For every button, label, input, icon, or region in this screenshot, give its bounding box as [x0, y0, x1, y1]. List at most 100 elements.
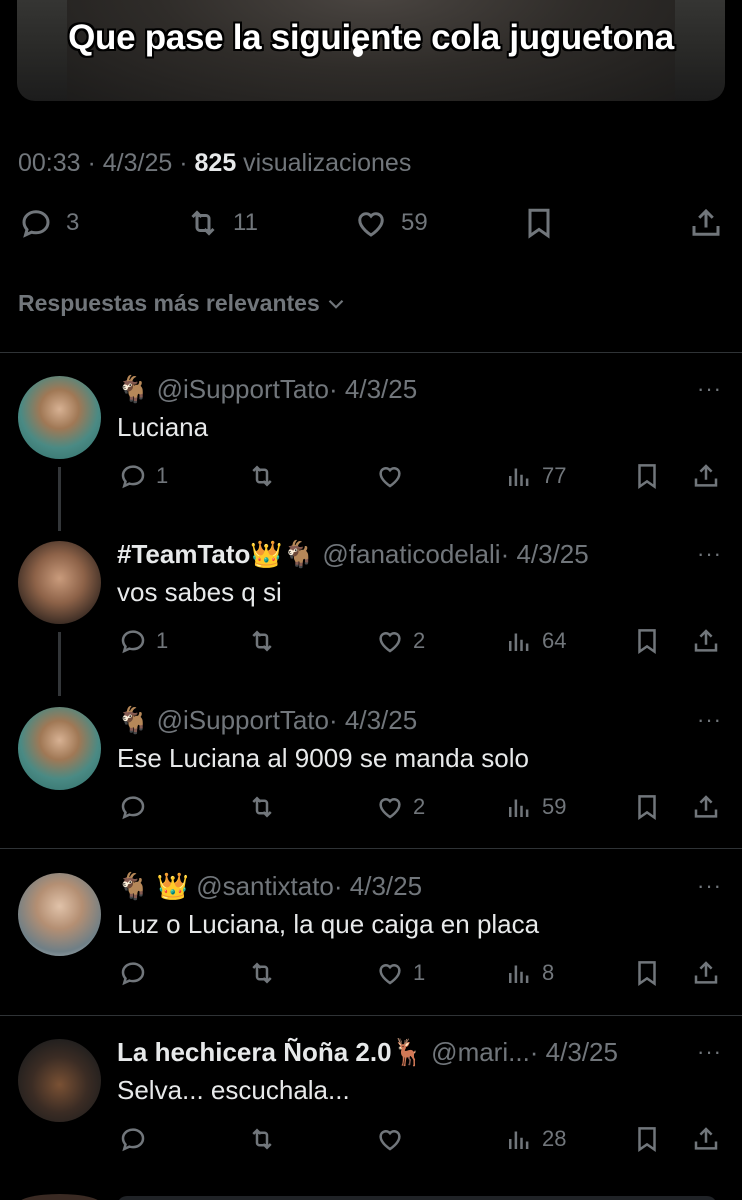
- more-options-button[interactable]: ···: [697, 873, 722, 899]
- bookmark-icon: [638, 1127, 656, 1153]
- share-button[interactable]: [691, 958, 721, 988]
- like-button[interactable]: 59: [353, 205, 428, 241]
- reply-header: La hechicera Ñoña 2.0🦌 @mari...· 4/3/25: [117, 1037, 618, 1068]
- reply-count: 3: [66, 209, 80, 236]
- like-button[interactable]: 1: [375, 958, 425, 988]
- display-name-emoji: 🐐: [117, 374, 157, 404]
- avatar[interactable]: [18, 707, 101, 790]
- display-name[interactable]: #TeamTato: [117, 539, 250, 569]
- views-icon: [509, 633, 529, 651]
- bookmark-button[interactable]: [632, 958, 662, 988]
- views-icon: [509, 468, 529, 486]
- divider: [0, 1015, 742, 1016]
- reply-icon: [121, 796, 145, 820]
- views-button[interactable]: 64: [504, 626, 566, 656]
- more-options-button[interactable]: ···: [697, 541, 722, 567]
- like-button[interactable]: [375, 1124, 405, 1154]
- views-label: visualizaciones: [236, 149, 412, 177]
- like-button[interactable]: 2: [375, 626, 425, 656]
- retweet-button[interactable]: 11: [185, 205, 258, 241]
- like-count: 2: [413, 794, 426, 819]
- thread-line: [58, 467, 61, 531]
- avatar[interactable]: [18, 541, 101, 624]
- divider: [0, 848, 742, 849]
- views-icon: [509, 965, 529, 983]
- views-count: 8: [542, 960, 555, 985]
- media-caption: Que pase la siguiente cola juguetona: [68, 18, 674, 57]
- reply-button[interactable]: [118, 1124, 148, 1154]
- reply-button[interactable]: [118, 958, 148, 988]
- reply-date: · 4/3/25: [500, 539, 589, 569]
- like-icon: [379, 798, 401, 819]
- next-reply-peek: [0, 1190, 742, 1200]
- more-options-button[interactable]: ···: [697, 1039, 722, 1065]
- retweet-button[interactable]: [247, 626, 277, 656]
- views-button[interactable]: 77: [504, 461, 566, 491]
- avatar[interactable]: [18, 1039, 101, 1122]
- views-icon: [509, 1131, 529, 1149]
- chevron-down-icon: [328, 299, 344, 309]
- user-handle[interactable]: @iSupportTato: [157, 705, 329, 735]
- retweet-button[interactable]: [247, 958, 277, 988]
- retweet-count: 11: [233, 209, 258, 236]
- meta-separator: ·: [80, 149, 103, 177]
- meta-separator: ·: [172, 149, 195, 177]
- reply-button[interactable]: 1: [118, 626, 168, 656]
- retweet-button[interactable]: [247, 461, 277, 491]
- tweet-actions: 3 11 59: [0, 205, 742, 253]
- bookmark-button[interactable]: [632, 1124, 662, 1154]
- reply-icon: [121, 962, 145, 986]
- display-name-emoji: 🐐: [117, 705, 157, 735]
- reply-text: vos sabes q si: [117, 577, 282, 607]
- views-count: 59: [542, 794, 567, 819]
- views-count: 77: [542, 463, 567, 488]
- share-button[interactable]: [691, 626, 721, 656]
- avatar[interactable]: [18, 873, 101, 956]
- like-icon: [358, 212, 384, 237]
- reply-button[interactable]: [118, 792, 148, 822]
- like-icon: [379, 467, 401, 488]
- avatar[interactable]: [18, 376, 101, 459]
- views-button[interactable]: 8: [504, 958, 554, 988]
- views-count: 28: [542, 1126, 567, 1151]
- views-count[interactable]: 825: [195, 149, 237, 177]
- bookmark-button[interactable]: [632, 626, 662, 656]
- share-button[interactable]: [688, 205, 724, 241]
- share-icon: [694, 961, 718, 984]
- bookmark-icon: [638, 795, 656, 821]
- more-options-button[interactable]: ···: [697, 707, 722, 733]
- reply-count: 1: [156, 463, 169, 488]
- like-button[interactable]: [375, 461, 405, 491]
- views-button[interactable]: 59: [504, 792, 566, 822]
- user-handle[interactable]: @fanaticodelali: [322, 539, 500, 569]
- media-indicator: [353, 47, 363, 57]
- user-handle[interactable]: @mari...: [431, 1037, 530, 1067]
- more-options-button[interactable]: ···: [697, 376, 722, 402]
- display-name[interactable]: La hechicera Ñoña 2.0: [117, 1037, 392, 1067]
- tweet-media[interactable]: Que pase la siguiente cola juguetona: [17, 0, 725, 101]
- user-handle[interactable]: @iSupportTato: [157, 374, 329, 404]
- bookmark-icon: [638, 629, 656, 655]
- reply-count: 1: [156, 628, 169, 653]
- user-handle[interactable]: @santixtato: [196, 871, 334, 901]
- share-icon: [694, 1127, 718, 1150]
- share-button[interactable]: [691, 461, 721, 491]
- reply-button[interactable]: 1: [118, 461, 168, 491]
- reply-button[interactable]: 3: [18, 205, 79, 241]
- views-button[interactable]: 28: [504, 1124, 566, 1154]
- display-name-emoji: 👑🐐: [250, 539, 323, 569]
- bookmark-button[interactable]: [632, 461, 662, 491]
- bookmark-button[interactable]: [521, 205, 557, 241]
- reply-text: Selva... escuchala...: [117, 1075, 350, 1105]
- retweet-button[interactable]: [247, 792, 277, 822]
- like-button[interactable]: 2: [375, 792, 425, 822]
- reply-text: Luz o Luciana, la que caiga en placa: [117, 909, 540, 939]
- bookmark-button[interactable]: [632, 792, 662, 822]
- views-icon: [509, 799, 529, 817]
- replies-sort-dropdown[interactable]: Respuestas más relevantes: [18, 290, 349, 317]
- retweet-button[interactable]: [247, 1124, 277, 1154]
- reply-date: · 4/3/25: [529, 1037, 618, 1067]
- like-icon: [379, 1130, 401, 1151]
- share-button[interactable]: [691, 792, 721, 822]
- share-button[interactable]: [691, 1124, 721, 1154]
